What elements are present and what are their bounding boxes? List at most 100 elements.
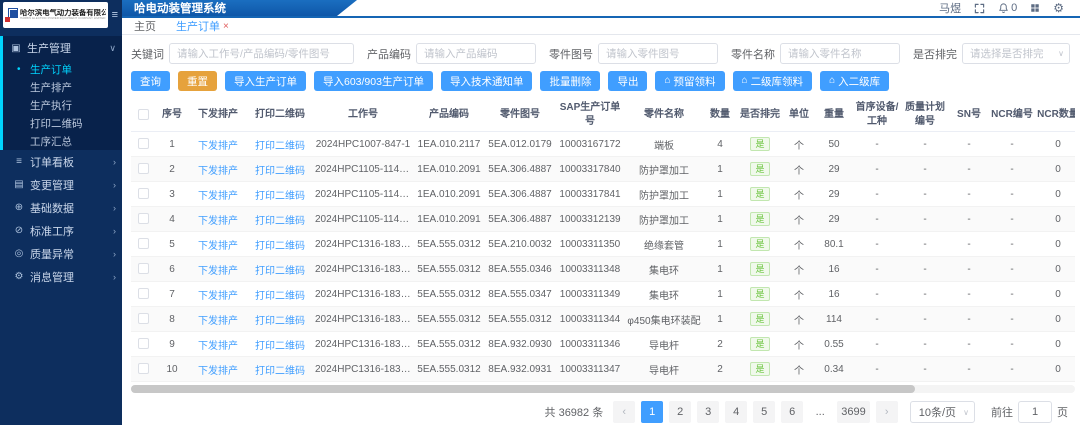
tab-production-order[interactable]: 生产订单×: [176, 18, 229, 34]
page-button[interactable]: 3: [697, 401, 719, 423]
cell-scheduled: 是: [737, 307, 783, 332]
page-button[interactable]: 4: [725, 401, 747, 423]
print_qr-link[interactable]: 打印二维码: [255, 166, 305, 177]
row-checkbox[interactable]: [138, 238, 149, 249]
row-checkbox[interactable]: [138, 313, 149, 324]
row-checkbox[interactable]: [138, 288, 149, 299]
settings-gear-icon[interactable]: ⚙: [1053, 2, 1064, 14]
prev-page-icon[interactable]: ‹: [613, 401, 635, 423]
cell-part_drawing_no: 5EA.306.4887: [485, 182, 555, 207]
print_qr-link[interactable]: 打印二维码: [255, 341, 305, 352]
cell-weight: 29: [815, 207, 853, 232]
horizontal-scrollbar-thumb[interactable]: [131, 385, 915, 393]
tab-home[interactable]: 主页: [134, 18, 156, 34]
print_qr-link[interactable]: 打印二维码: [255, 366, 305, 377]
toolbar-button[interactable]: ⌂预留领料: [655, 71, 724, 91]
toolbar-button[interactable]: ⌂二级库领料: [733, 71, 813, 91]
row-checkbox[interactable]: [138, 363, 149, 374]
goto-page-input[interactable]: [1018, 401, 1052, 423]
cell-sn_no: -: [949, 257, 989, 282]
column-header-ncr_no: NCR编号: [989, 98, 1035, 132]
next-page-icon[interactable]: ›: [876, 401, 898, 423]
filter-input[interactable]: [169, 43, 354, 64]
cell-part_name: 防护罩加工: [625, 157, 703, 182]
print_qr-link[interactable]: 打印二维码: [255, 216, 305, 227]
cell-quantity: 1: [703, 157, 737, 182]
select-all-checkbox[interactable]: [138, 109, 149, 120]
cell-part_drawing_no: 5EA.012.0179: [485, 132, 555, 157]
toolbar-button[interactable]: 查询: [131, 71, 170, 91]
print_qr-link[interactable]: 打印二维码: [255, 241, 305, 252]
dispatch-link[interactable]: 下发排产: [198, 266, 238, 277]
row-checkbox[interactable]: [138, 138, 149, 149]
apps-grid-icon[interactable]: [1030, 3, 1040, 13]
horizontal-scrollbar[interactable]: [131, 385, 1075, 393]
sidebar-subitem[interactable]: 工序汇总: [3, 132, 122, 150]
fullscreen-icon[interactable]: [974, 3, 985, 14]
sidebar-item[interactable]: ▤变更管理›: [3, 173, 122, 196]
row-select-cell: [131, 307, 155, 332]
toolbar-button[interactable]: 重置: [178, 71, 217, 91]
sidebar-item[interactable]: ◎质量异常›: [3, 242, 122, 265]
dispatch-link[interactable]: 下发排产: [198, 316, 238, 327]
toolbar-button[interactable]: 导入生产订单: [225, 71, 306, 91]
goto-page: 前往页: [991, 401, 1068, 423]
dispatch-link[interactable]: 下发排产: [198, 341, 238, 352]
dispatch-link[interactable]: 下发排产: [198, 291, 238, 302]
sidebar-item[interactable]: ⊘标准工序›: [3, 219, 122, 242]
sidebar-subitem[interactable]: 生产排产: [3, 78, 122, 96]
page-size-select[interactable]: 10条/页∨: [910, 401, 975, 423]
table-row: 10下发排产打印二维码2024HPC1316-1833-25EA.555.031…: [131, 357, 1075, 382]
row-checkbox[interactable]: [138, 263, 149, 274]
print_qr-link[interactable]: 打印二维码: [255, 141, 305, 152]
filter-input[interactable]: [598, 43, 718, 64]
dispatch-link[interactable]: 下发排产: [198, 366, 238, 377]
dispatch-link[interactable]: 下发排产: [198, 191, 238, 202]
sidebar-item[interactable]: ≡订单看板›: [3, 150, 122, 173]
dispatch-link[interactable]: 下发排产: [198, 241, 238, 252]
page-button[interactable]: 3699: [837, 401, 869, 423]
row-checkbox[interactable]: [138, 163, 149, 174]
toolbar-button[interactable]: 批量删除: [540, 71, 600, 91]
tab-close-icon[interactable]: ×: [223, 21, 229, 32]
company-name-en: HARBIN ELECTRIC POWER EQUIPMENT COMPANY …: [20, 18, 93, 21]
sidebar-subitem[interactable]: •生产订单: [3, 60, 122, 78]
username[interactable]: 马煜: [939, 0, 961, 16]
filter-select[interactable]: 请选择是否排完∨: [962, 43, 1070, 64]
toolbar-button[interactable]: ⌂入二级库: [820, 71, 889, 91]
page-button[interactable]: 5: [753, 401, 775, 423]
sidebar-item[interactable]: ▣生产管理∨: [3, 36, 122, 60]
cell-part_name: 集电环: [625, 282, 703, 307]
toolbar-button[interactable]: 导入603/903生产订单: [314, 71, 433, 91]
dispatch-link[interactable]: 下发排产: [198, 141, 238, 152]
dispatch-link[interactable]: 下发排产: [198, 166, 238, 177]
notification-bell-icon[interactable]: 0: [998, 2, 1017, 14]
page-button[interactable]: 2: [669, 401, 691, 423]
row-checkbox[interactable]: [138, 188, 149, 199]
cell-part_drawing_no: 5EA.306.4887: [485, 157, 555, 182]
sidebar-collapse-icon[interactable]: ≡: [108, 9, 120, 21]
print_qr-link[interactable]: 打印二维码: [255, 291, 305, 302]
sidebar-item[interactable]: ⊕基础数据›: [3, 196, 122, 219]
page-button[interactable]: 1: [641, 401, 663, 423]
print_qr-link[interactable]: 打印二维码: [255, 316, 305, 327]
page-button[interactable]: 6: [781, 401, 803, 423]
toolbar-button[interactable]: 导出: [608, 71, 647, 91]
cell-weight: 50: [815, 132, 853, 157]
row-checkbox[interactable]: [138, 213, 149, 224]
dispatch-link[interactable]: 下发排产: [198, 216, 238, 227]
filter-input[interactable]: [780, 43, 900, 64]
sidebar-item-label: 变更管理: [30, 177, 74, 193]
scheduled-badge: 是: [750, 312, 769, 326]
cell-sap_order_no: 10003167172: [555, 132, 625, 157]
sidebar-subitem[interactable]: 生产执行: [3, 96, 122, 114]
print_qr-link[interactable]: 打印二维码: [255, 191, 305, 202]
toolbar-button[interactable]: 导入技术通知单: [441, 71, 533, 91]
print_qr-link[interactable]: 打印二维码: [255, 266, 305, 277]
filter-input[interactable]: [416, 43, 536, 64]
row-checkbox[interactable]: [138, 338, 149, 349]
sidebar-subitem[interactable]: 打印二维码: [3, 114, 122, 132]
cell-ncr_no: -: [989, 282, 1035, 307]
total-count: 共 36982 条: [545, 404, 604, 420]
sidebar-item[interactable]: ⚙消息管理›: [3, 265, 122, 288]
